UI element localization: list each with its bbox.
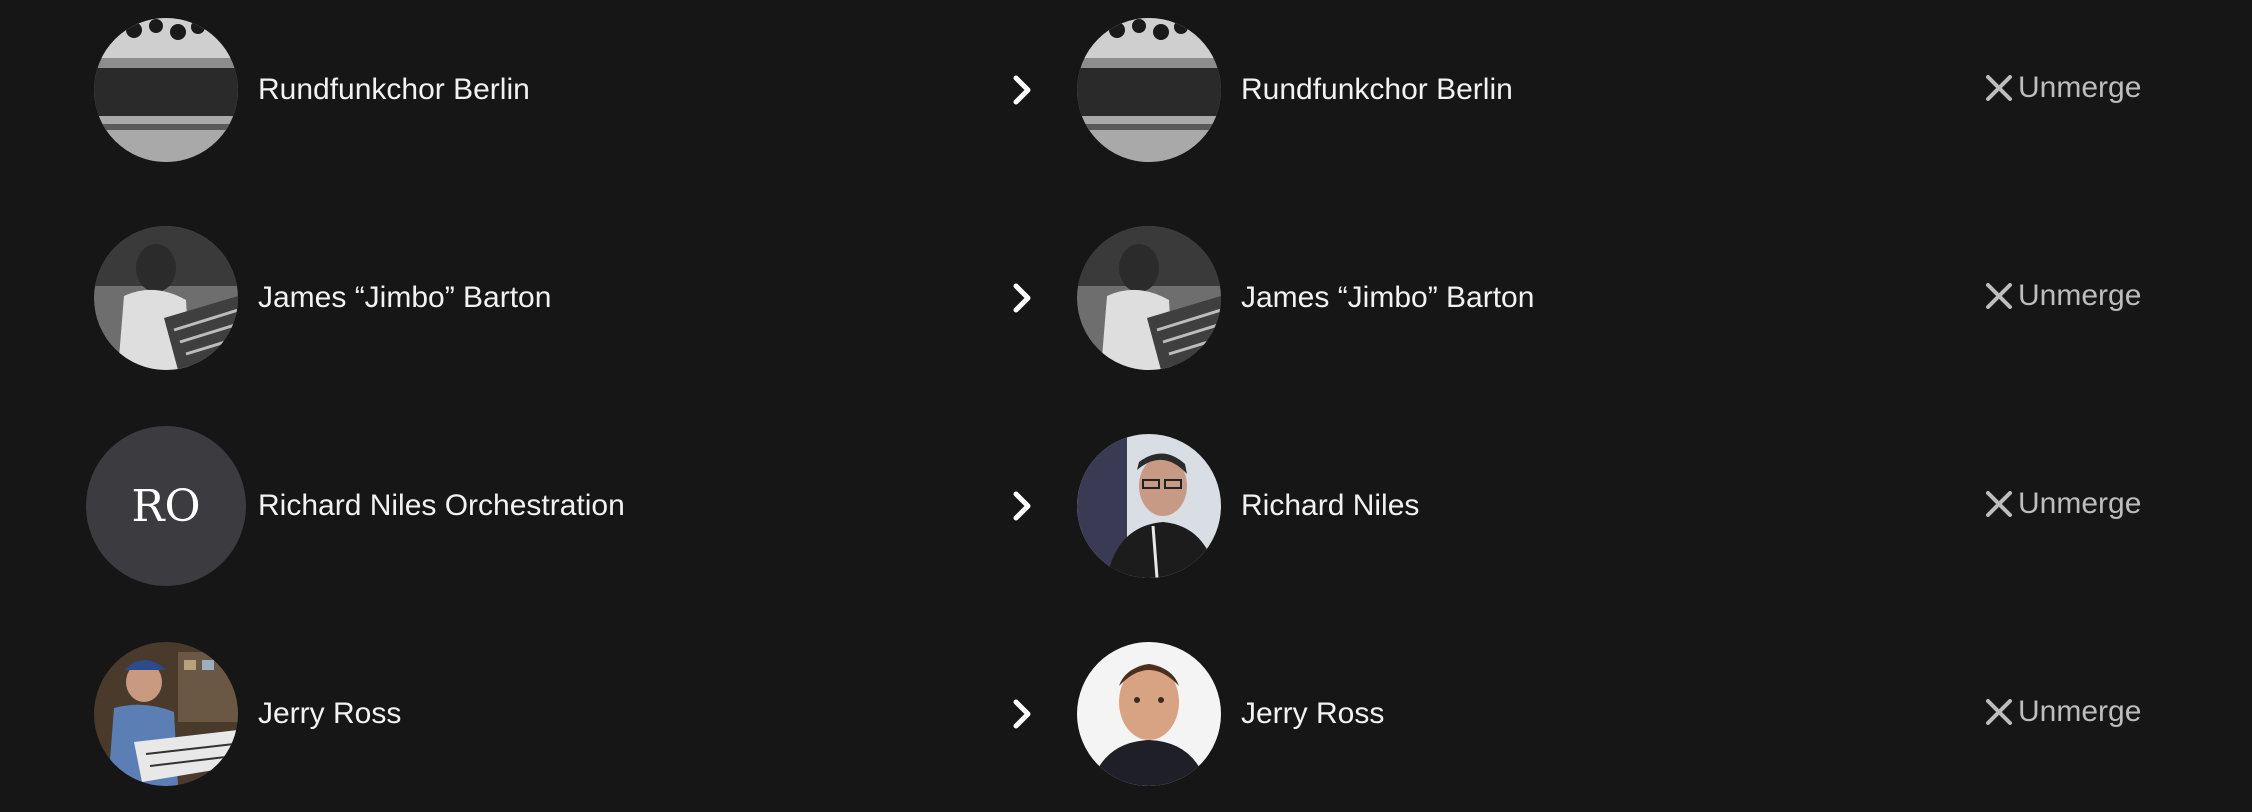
initials-avatar: RO <box>86 426 246 586</box>
source-avatar <box>94 642 238 786</box>
choir-photo <box>94 18 238 162</box>
choir-photo <box>1077 18 1221 162</box>
merge-list: Rundfunkchor Berlin Rundfunkchor Berlin <box>0 0 2252 812</box>
close-icon <box>1986 699 2012 725</box>
merge-row: Jerry Ross Jerry Ross Unmerge <box>0 634 2252 794</box>
unmerge-label: Unmerge <box>2018 487 2142 520</box>
unmerge-label: Unmerge <box>2018 695 2142 728</box>
target-name: Rundfunkchor Berlin <box>1241 73 1513 106</box>
merge-row: Rundfunkchor Berlin Rundfunkchor Berlin <box>0 10 2252 170</box>
close-icon <box>1986 75 2012 101</box>
target-avatar <box>1077 642 1221 786</box>
chevron-right-icon[interactable] <box>1004 696 1040 732</box>
chevron-right-icon[interactable] <box>1004 488 1040 524</box>
source-name: James “Jimbo” Barton <box>258 281 552 314</box>
unmerge-button[interactable]: Unmerge <box>1984 66 2141 110</box>
target-name: Richard Niles <box>1241 489 1420 522</box>
source-name: Rundfunkchor Berlin <box>258 73 530 106</box>
target-avatar <box>1077 18 1221 162</box>
engineer-photo <box>94 226 238 370</box>
target-avatar <box>1077 226 1221 370</box>
target-avatar <box>1077 434 1221 578</box>
close-icon <box>1986 283 2012 309</box>
source-name: Richard Niles Orchestration <box>258 489 625 522</box>
engineer-photo <box>1077 226 1221 370</box>
studio-keyboard-photo <box>94 642 238 786</box>
unmerge-label: Unmerge <box>2018 279 2142 312</box>
merge-row: James “Jimbo” Barton James “Jimbo” Barto… <box>0 218 2252 378</box>
unmerge-button[interactable]: Unmerge <box>1984 274 2141 318</box>
unmerge-label: Unmerge <box>2018 71 2142 104</box>
target-name: Jerry Ross <box>1241 697 1385 730</box>
close-icon <box>1986 491 2012 517</box>
man-glasses-photo <box>1077 434 1221 578</box>
unmerge-button[interactable]: Unmerge <box>1984 690 2141 734</box>
unmerge-button[interactable]: Unmerge <box>1984 482 2141 526</box>
target-name: James “Jimbo” Barton <box>1241 281 1535 314</box>
source-avatar <box>94 226 238 370</box>
chevron-right-icon[interactable] <box>1004 72 1040 108</box>
source-avatar <box>94 18 238 162</box>
chevron-right-icon[interactable] <box>1004 280 1040 316</box>
source-name: Jerry Ross <box>258 697 402 730</box>
man-portrait-photo <box>1077 642 1221 786</box>
merge-row: RO Richard Niles Orchestration Richard N… <box>0 426 2252 586</box>
